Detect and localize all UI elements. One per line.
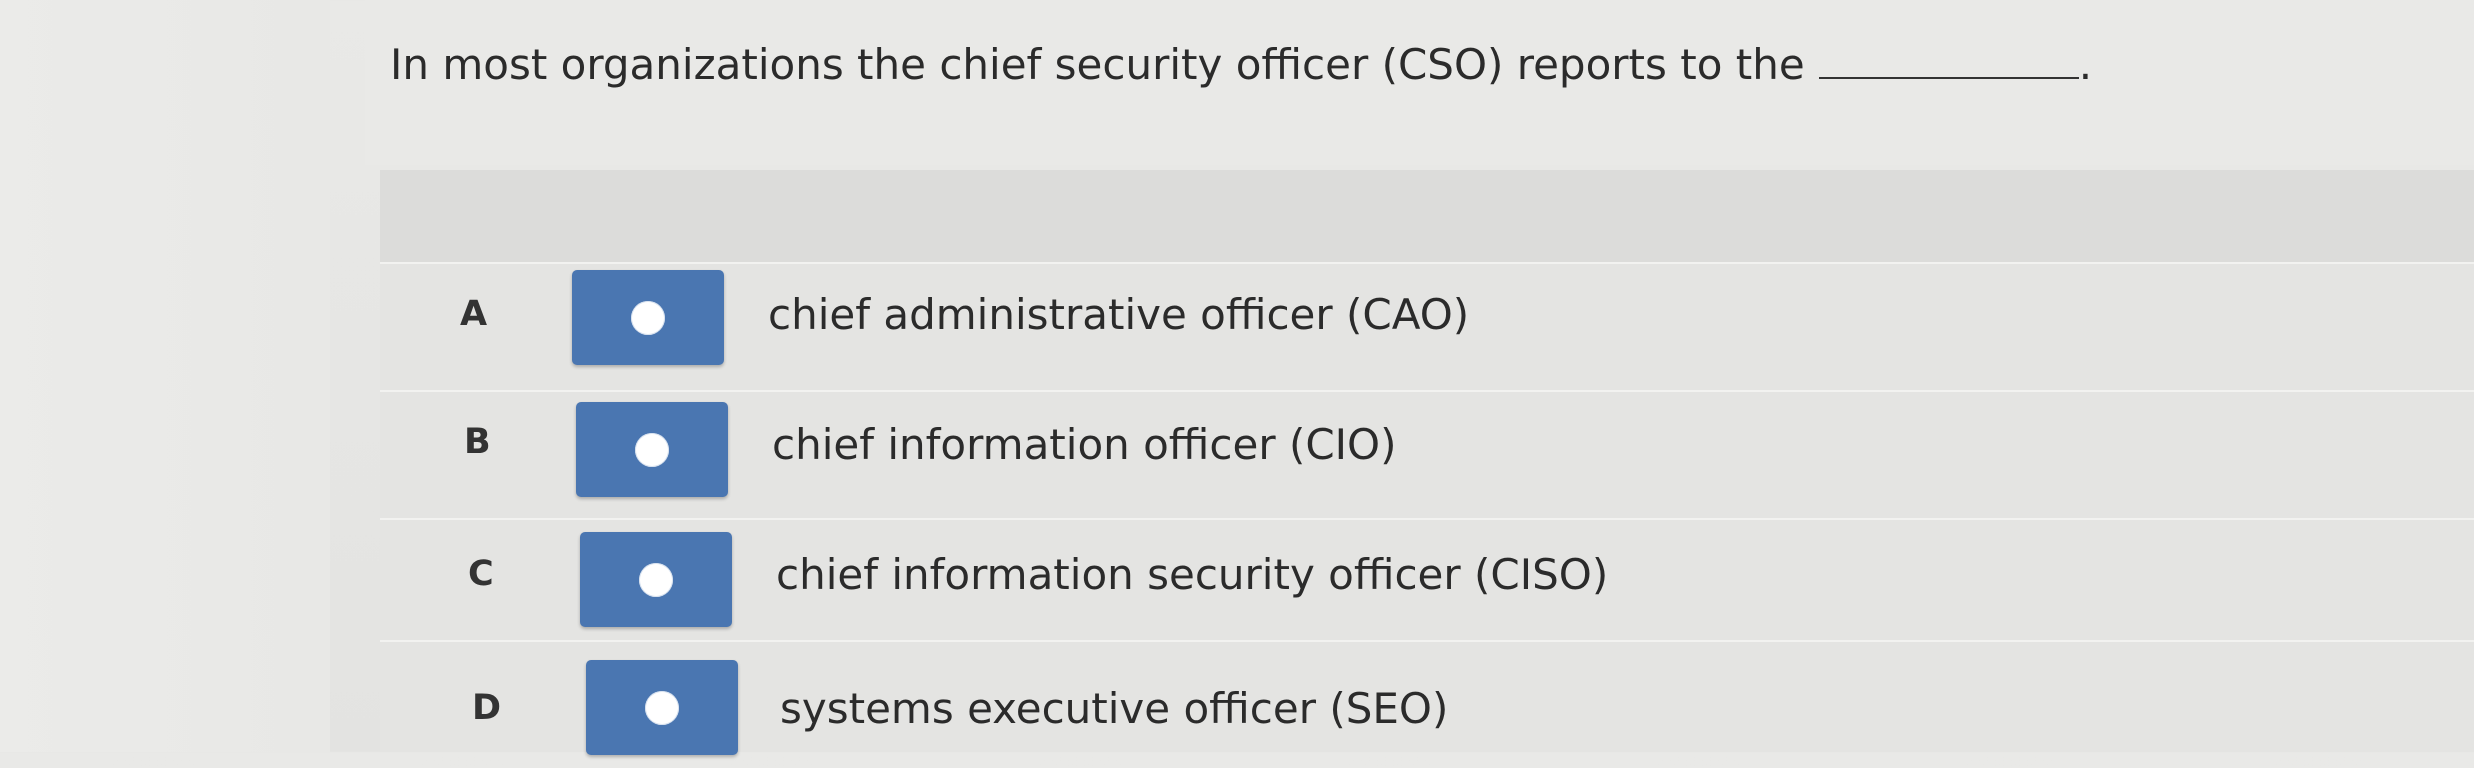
option-row-d[interactable]: D systems executive officer (SEO)	[380, 640, 2474, 768]
option-label: chief information security officer (CISO…	[776, 550, 1609, 599]
radio-button-a[interactable]	[572, 270, 724, 365]
option-letter: B	[464, 422, 491, 462]
radio-circle-icon	[639, 562, 673, 597]
option-row-b[interactable]: B chief information officer (CIO)	[380, 390, 2474, 518]
left-margin	[0, 0, 330, 752]
option-row-c[interactable]: C chief information security officer (CI…	[380, 518, 2474, 646]
radio-circle-icon	[631, 300, 665, 335]
question-period: .	[2078, 40, 2093, 89]
radio-button-b[interactable]	[576, 402, 728, 497]
radio-circle-icon	[645, 690, 679, 725]
option-label: chief information officer (CIO)	[772, 420, 1397, 469]
answer-blank	[1818, 76, 2079, 79]
question-text: In most organizations the chief security…	[390, 40, 2092, 89]
radio-button-c[interactable]	[580, 532, 732, 627]
radio-button-d[interactable]	[586, 660, 738, 755]
option-label: chief administrative officer (CAO)	[768, 290, 1470, 339]
option-letter: C	[468, 554, 494, 594]
option-row-a[interactable]: A chief administrative officer (CAO)	[380, 262, 2474, 390]
options-header-band	[380, 170, 2474, 262]
radio-circle-icon	[635, 432, 669, 467]
option-label: systems executive officer (SEO)	[780, 684, 1449, 733]
question-stem: In most organizations the chief security…	[390, 40, 1805, 89]
option-letter: A	[460, 294, 488, 334]
option-letter: D	[472, 688, 502, 728]
